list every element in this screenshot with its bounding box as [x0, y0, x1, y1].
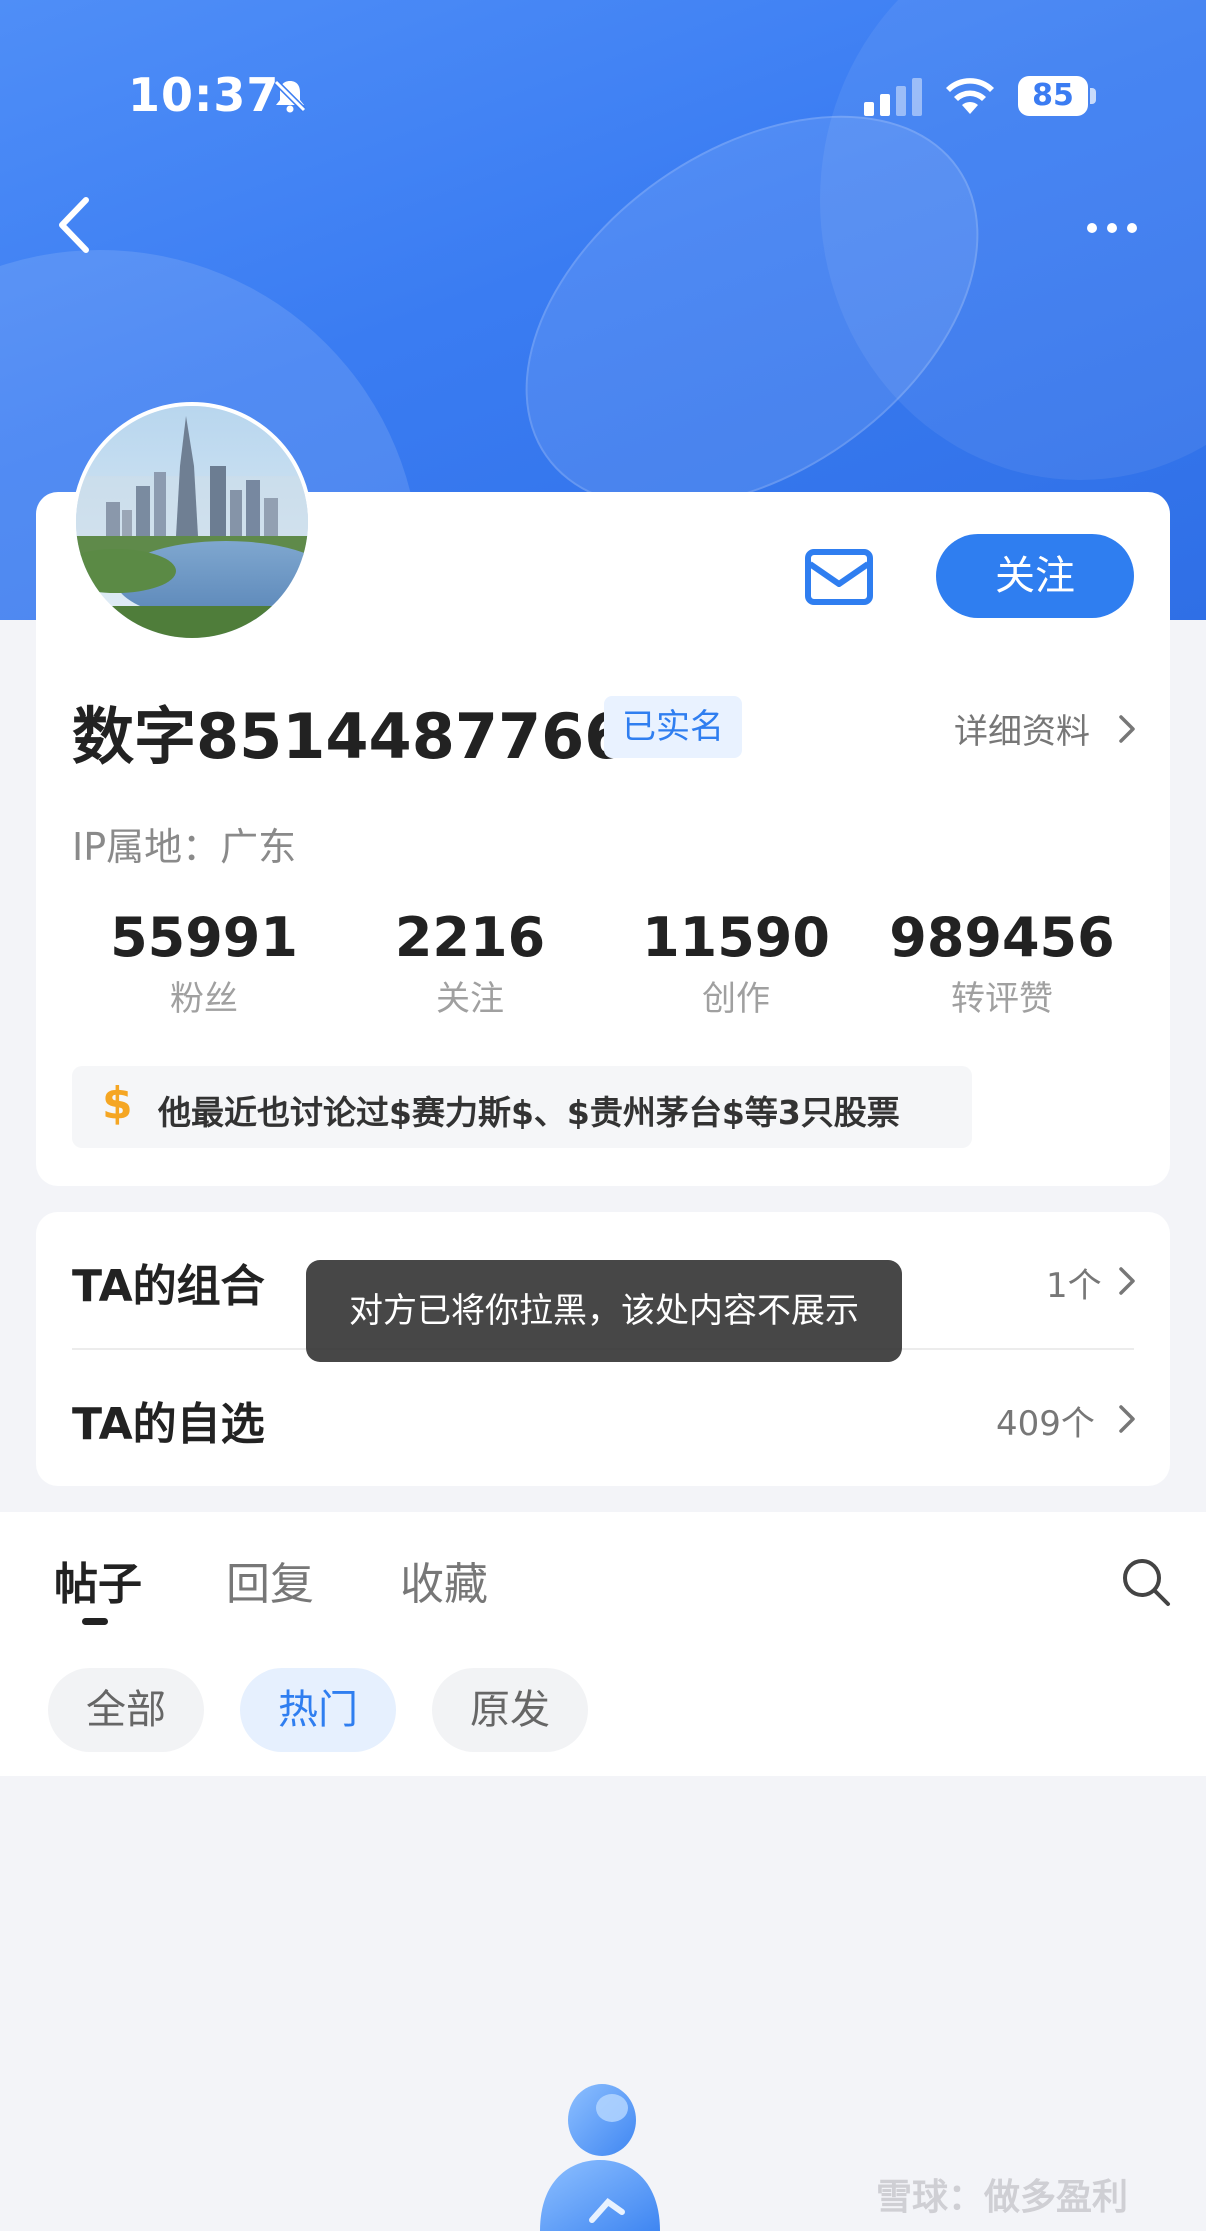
- tab-favorites[interactable]: 收藏: [400, 1548, 488, 1612]
- content-tabs-area: 帖子 回复 收藏 全部 热门 原发: [0, 1512, 1206, 1776]
- watchlist-row-title[interactable]: TA的自选: [72, 1388, 265, 1452]
- message-envelope-icon[interactable]: [800, 542, 880, 612]
- battery-tip: [1090, 88, 1096, 104]
- tab-replies[interactable]: 回复: [226, 1548, 314, 1612]
- stat-label: 创作: [702, 979, 770, 1019]
- stat-label: 转评赞: [951, 979, 1053, 1019]
- filter-all[interactable]: 全部: [48, 1668, 204, 1752]
- cellular-signal-icon: [864, 78, 922, 116]
- stat-value: 989456: [889, 906, 1115, 969]
- chevron-right-icon: [1119, 1267, 1135, 1295]
- search-icon[interactable]: [1118, 1554, 1174, 1610]
- tab-posts[interactable]: 帖子: [54, 1548, 142, 1612]
- follow-button[interactable]: 关注: [936, 534, 1134, 618]
- filter-hot[interactable]: 热门: [240, 1668, 396, 1752]
- watchlist-count[interactable]: 409个: [996, 1396, 1095, 1445]
- stat-value: 2216: [394, 906, 546, 969]
- stat-value: 11590: [642, 906, 830, 969]
- wifi-icon: [946, 78, 994, 114]
- watermark: 雪球：做多盈利: [876, 2177, 1129, 2218]
- avatar-cityscape-image: [76, 406, 308, 638]
- status-time: 10:37: [128, 68, 280, 122]
- stat-value: 55991: [110, 906, 298, 969]
- dollar-icon: $: [102, 1078, 133, 1129]
- filter-original[interactable]: 原发: [432, 1668, 588, 1752]
- blocked-toast: 对方已将你拉黑，该处内容不展示: [306, 1260, 902, 1362]
- active-tab-indicator: [82, 1618, 108, 1625]
- details-link[interactable]: 详细资料: [954, 704, 1090, 753]
- empty-state-illustration: [540, 2084, 660, 2231]
- status-bar: 10:37 85: [0, 0, 1206, 200]
- stat-followers[interactable]: 55991 粉丝: [84, 906, 324, 1020]
- stat-interactions[interactable]: 989456 转评赞: [882, 906, 1122, 1020]
- discussed-stocks-text: 他最近也讨论过$赛力斯$、$贵州茅台$等3只股票: [158, 1093, 900, 1132]
- stat-following[interactable]: 2216 关注: [350, 906, 590, 1020]
- stat-label: 粉丝: [170, 979, 238, 1019]
- battery-indicator: 85: [1018, 76, 1088, 116]
- more-options-icon[interactable]: [1082, 208, 1142, 248]
- chevron-right-icon: [1119, 715, 1135, 743]
- stat-creations[interactable]: 11590 创作: [616, 906, 856, 1020]
- stat-label: 关注: [436, 979, 504, 1019]
- avatar[interactable]: [72, 402, 312, 642]
- mute-bell-icon: [273, 79, 307, 113]
- back-arrow-icon[interactable]: [50, 190, 100, 260]
- verified-badge: 已实名: [604, 696, 742, 758]
- ip-location: IP属地：广东: [72, 825, 297, 869]
- portfolio-count[interactable]: 1个: [1046, 1258, 1102, 1307]
- discussed-stocks-note[interactable]: $ 他最近也讨论过$赛力斯$、$贵州茅台$等3只股票: [72, 1066, 972, 1148]
- portfolio-row-title[interactable]: TA的组合: [72, 1250, 265, 1314]
- chevron-right-icon: [1119, 1405, 1135, 1433]
- username: 数字8514487766: [72, 700, 628, 773]
